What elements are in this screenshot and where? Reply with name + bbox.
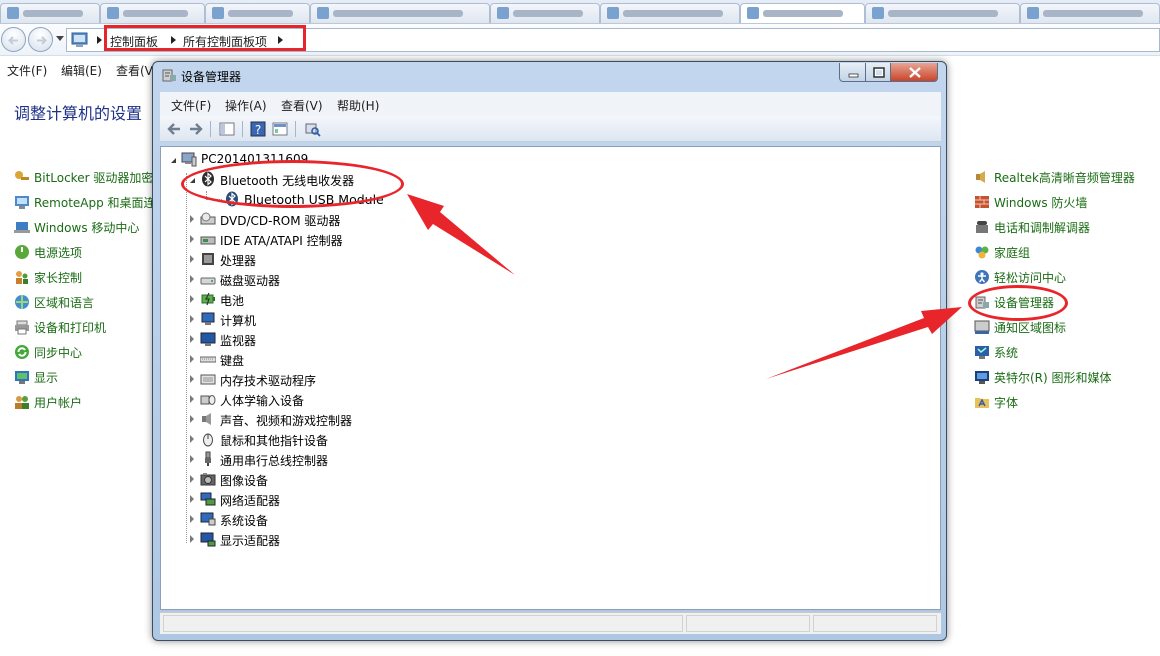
arrow-to-bluetooth bbox=[407, 194, 515, 275]
arrow-to-device-manager bbox=[766, 307, 962, 379]
annotation-arrows bbox=[407, 194, 962, 379]
